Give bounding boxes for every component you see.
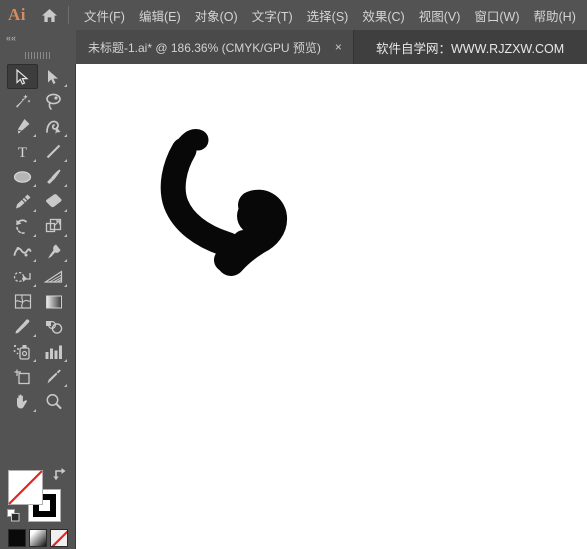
- tool-curvature[interactable]: [38, 114, 69, 139]
- color-mode-buttons: [8, 529, 68, 549]
- tool-expand-corner-icon: [33, 209, 36, 212]
- tool-expand-corner-icon: [33, 334, 36, 337]
- tool-free-transform[interactable]: [38, 239, 69, 264]
- tool-symbol-sprayer[interactable]: [7, 339, 38, 364]
- tool-blob-brush[interactable]: [7, 189, 38, 214]
- tool-row: [7, 89, 69, 114]
- tool-expand-corner-icon: [33, 284, 36, 287]
- menu-window[interactable]: 窗口(W): [467, 2, 526, 29]
- tool-grid: T: [7, 64, 69, 414]
- tool-selection[interactable]: [7, 64, 38, 89]
- tool-expand-corner-icon: [64, 284, 67, 287]
- menu-effect[interactable]: 效果(C): [355, 2, 411, 29]
- tool-row: T: [7, 139, 69, 164]
- tool-expand-corner-icon: [64, 184, 67, 187]
- tool-row: [7, 289, 69, 314]
- illustrator-window: Ai 文件(F) 编辑(E) 对象(O) 文字(T) 选择(S) 效果(C) 视…: [0, 0, 587, 549]
- tool-row: [7, 364, 69, 389]
- home-icon[interactable]: [34, 8, 64, 23]
- tool-expand-corner-icon: [64, 384, 67, 387]
- tool-scale[interactable]: [38, 214, 69, 239]
- collapse-panel-button[interactable]: ««: [0, 30, 76, 46]
- tool-ellipse[interactable]: [7, 164, 38, 189]
- tool-mesh[interactable]: [7, 289, 38, 314]
- tool-lasso[interactable]: [38, 89, 69, 114]
- tool-expand-corner-icon: [64, 359, 67, 362]
- tool-row: [7, 214, 69, 239]
- tool-artboard[interactable]: [7, 364, 38, 389]
- tool-expand-corner-icon: [33, 234, 36, 237]
- tool-expand-corner-icon: [33, 159, 36, 162]
- menu-view[interactable]: 视图(V): [412, 2, 468, 29]
- tool-gradient[interactable]: [38, 289, 69, 314]
- tool-row: [7, 164, 69, 189]
- colormode-color[interactable]: [8, 529, 26, 547]
- close-icon[interactable]: ×: [321, 40, 353, 54]
- tool-expand-corner-icon: [64, 259, 67, 262]
- swap-fill-stroke-icon[interactable]: [52, 467, 68, 481]
- none-slash-icon: [8, 470, 43, 505]
- artwork-svg: [160, 129, 288, 276]
- tool-expand-corner-icon: [33, 359, 36, 362]
- tool-shape-builder[interactable]: [7, 264, 38, 289]
- tool-warp[interactable]: [7, 239, 38, 264]
- tool-paintbrush[interactable]: [38, 164, 69, 189]
- tool-row: [7, 239, 69, 264]
- tool-eyedropper[interactable]: [7, 314, 38, 339]
- calligraphic-brush-stroke[interactable]: [160, 129, 288, 276]
- tool-row: [7, 64, 69, 89]
- menu-bar: Ai 文件(F) 编辑(E) 对象(O) 文字(T) 选择(S) 效果(C) 视…: [0, 0, 587, 30]
- watermark-text: 软件自学网：WWW.RJZXW.COM: [376, 41, 565, 56]
- tool-row: [7, 114, 69, 139]
- svg-text:T: T: [18, 145, 27, 160]
- tool-direct-selection[interactable]: [38, 64, 69, 89]
- menu-type[interactable]: 文字(T): [245, 2, 300, 29]
- tool-expand-corner-icon: [33, 184, 36, 187]
- toolbar-drag-handle[interactable]: [0, 46, 76, 64]
- tool-pen[interactable]: [7, 114, 38, 139]
- tool-row: [7, 189, 69, 214]
- tool-expand-corner-icon: [64, 84, 67, 87]
- colormode-gradient[interactable]: [29, 529, 47, 547]
- tool-column-graph[interactable]: [38, 339, 69, 364]
- fill-stroke-controls: [0, 405, 76, 549]
- tool-expand-corner-icon: [33, 259, 36, 262]
- document-canvas[interactable]: [76, 64, 587, 549]
- app-logo: Ai: [8, 5, 26, 24]
- menu-help[interactable]: 帮助(H): [527, 2, 583, 29]
- tool-magic-wand[interactable]: [7, 89, 38, 114]
- menu-file[interactable]: 文件(F): [77, 2, 132, 29]
- tool-eraser[interactable]: [38, 189, 69, 214]
- document-tab[interactable]: 未标题-1.ai* @ 186.36% (CMYK/GPU 预览) ×: [76, 30, 354, 64]
- tool-blend[interactable]: [38, 314, 69, 339]
- menu-edit[interactable]: 编辑(E): [132, 2, 188, 29]
- colormode-none[interactable]: [50, 529, 68, 547]
- fill-swatch[interactable]: [8, 470, 43, 505]
- tool-expand-corner-icon: [64, 159, 67, 162]
- tool-row: [7, 339, 69, 364]
- tool-slice[interactable]: [38, 364, 69, 389]
- document-tab-bar: «« 未标题-1.ai* @ 186.36% (CMYK/GPU 预览) × 软…: [0, 30, 587, 64]
- tool-expand-corner-icon: [64, 134, 67, 137]
- default-fill-stroke-icon[interactable]: [7, 509, 20, 522]
- document-tab-title: 未标题-1.ai* @ 186.36% (CMYK/GPU 预览): [88, 40, 321, 55]
- menu-item-list: 文件(F) 编辑(E) 对象(O) 文字(T) 选择(S) 效果(C) 视图(V…: [77, 2, 583, 29]
- tool-expand-corner-icon: [33, 134, 36, 137]
- menu-select[interactable]: 选择(S): [300, 2, 356, 29]
- tool-perspective-grid[interactable]: [38, 264, 69, 289]
- grip-dots-icon: [25, 51, 51, 59]
- menu-object[interactable]: 对象(O): [188, 2, 245, 29]
- tool-rotate[interactable]: [7, 214, 38, 239]
- menu-divider: [68, 6, 69, 24]
- tool-expand-corner-icon: [64, 209, 67, 212]
- tool-line-segment[interactable]: [38, 139, 69, 164]
- tools-panel: T: [0, 64, 76, 549]
- tool-expand-corner-icon: [64, 234, 67, 237]
- tool-row: [7, 264, 69, 289]
- tool-row: [7, 314, 69, 339]
- tool-type[interactable]: T: [7, 139, 38, 164]
